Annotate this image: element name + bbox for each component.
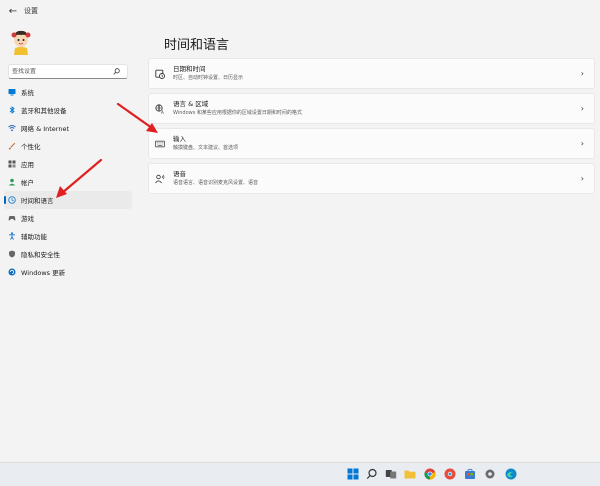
settings-cards: 日期和时间 时区、自动时钟设置、日历显示 › A 语言 & 区域 Windows… (148, 58, 595, 198)
sidebar-item-accessibility[interactable]: 辅助功能 (4, 227, 132, 245)
sidebar-item-label: 网络 & Internet (21, 125, 70, 133)
sidebar-item-label: 时间和语言 (21, 197, 54, 205)
file-explorer-icon[interactable] (404, 468, 416, 480)
sidebar: 系统 蓝牙和其他设备 网络 & Internet 个性化 应用 帐户 时间和语言 (0, 22, 140, 462)
sidebar-item-time-language[interactable]: 时间和语言 (4, 191, 132, 209)
sidebar-nav: 系统 蓝牙和其他设备 网络 & Internet 个性化 应用 帐户 时间和语言 (4, 83, 132, 281)
edge-icon[interactable] (505, 468, 517, 480)
sidebar-item-accounts[interactable]: 帐户 (4, 173, 132, 191)
chevron-right-icon: › (580, 174, 584, 183)
sidebar-item-gaming[interactable]: 游戏 (4, 209, 132, 227)
card-typing[interactable]: 输入 触摸键盘、文本建议、首选项 › (148, 128, 595, 159)
sidebar-item-apps[interactable]: 应用 (4, 155, 132, 173)
clock-icon (155, 69, 165, 79)
bluetooth-icon (8, 106, 16, 114)
taskbar (0, 462, 600, 486)
sidebar-item-network[interactable]: 网络 & Internet (4, 119, 132, 137)
sidebar-item-label: Windows 更新 (21, 269, 66, 277)
card-subtitle: 触摸键盘、文本建议、首选项 (173, 145, 239, 151)
gaming-icon (8, 214, 16, 222)
settings-gear-icon[interactable] (484, 468, 496, 480)
card-speech[interactable]: 语音 语音语言、语音识别麦克风设置、语音 › (148, 163, 595, 194)
card-title: 语音 (173, 170, 186, 178)
page-title: 时间和语言 (164, 38, 230, 53)
card-date-time[interactable]: 日期和时间 时区、自动时钟设置、日历显示 › (148, 58, 595, 89)
chevron-right-icon: › (580, 139, 584, 148)
search-input[interactable] (9, 68, 112, 75)
card-title: 语言 & 区域 (173, 100, 209, 108)
chrome-icon[interactable] (424, 468, 436, 480)
sidebar-item-label: 帐户 (21, 179, 34, 187)
chevron-right-icon: › (580, 69, 584, 78)
network-icon (8, 124, 16, 132)
taskbar-search-icon[interactable] (366, 468, 378, 480)
language-icon: A (155, 103, 165, 114)
card-title: 日期和时间 (173, 65, 206, 73)
sidebar-item-bluetooth[interactable]: 蓝牙和其他设备 (4, 101, 132, 119)
avatar[interactable] (8, 28, 34, 56)
sidebar-item-label: 游戏 (21, 215, 34, 223)
search-icon[interactable] (112, 68, 120, 76)
card-title: 输入 (173, 135, 186, 143)
personalization-icon (8, 142, 16, 150)
title-bar: ← 设置 (0, 0, 600, 22)
system-icon (8, 88, 16, 96)
card-subtitle: 语音语言、语音识别麦克风设置、语音 (173, 180, 259, 186)
privacy-icon (8, 250, 16, 258)
accounts-icon (8, 178, 16, 186)
start-windows-icon[interactable] (347, 468, 359, 480)
time-language-icon (8, 196, 16, 204)
back-arrow-icon[interactable]: ← (4, 2, 22, 20)
search-box[interactable] (8, 64, 128, 79)
sidebar-item-personalization[interactable]: 个性化 (4, 137, 132, 155)
sidebar-item-label: 系统 (21, 89, 34, 97)
sidebar-item-label: 蓝牙和其他设备 (21, 107, 67, 115)
keyboard-icon (155, 139, 165, 149)
accessibility-icon (8, 232, 16, 240)
sidebar-item-privacy[interactable]: 隐私和安全性 (4, 245, 132, 263)
windows-update-icon (8, 268, 16, 276)
sidebar-item-label: 辅助功能 (21, 233, 47, 241)
task-view-icon[interactable] (385, 468, 397, 480)
store-icon[interactable] (464, 468, 476, 480)
sidebar-item-windows-update[interactable]: Windows 更新 (4, 263, 132, 281)
speech-icon (155, 174, 165, 184)
card-language-region[interactable]: A 语言 & 区域 Windows 和某些应用根据你的区域设置日期和时间的格式 … (148, 93, 595, 124)
sidebar-item-label: 个性化 (21, 143, 41, 151)
sidebar-item-system[interactable]: 系统 (4, 83, 132, 101)
chevron-right-icon: › (580, 104, 584, 113)
sidebar-item-label: 隐私和安全性 (21, 251, 60, 259)
browser-app-icon[interactable] (444, 468, 456, 480)
app-title: 设置 (24, 7, 38, 15)
card-subtitle: 时区、自动时钟设置、日历显示 (173, 75, 244, 81)
sidebar-item-label: 应用 (21, 161, 34, 169)
apps-icon (8, 160, 16, 168)
svg-text:A: A (161, 109, 164, 113)
card-subtitle: Windows 和某些应用根据你的区域设置日期和时间的格式 (173, 110, 302, 116)
